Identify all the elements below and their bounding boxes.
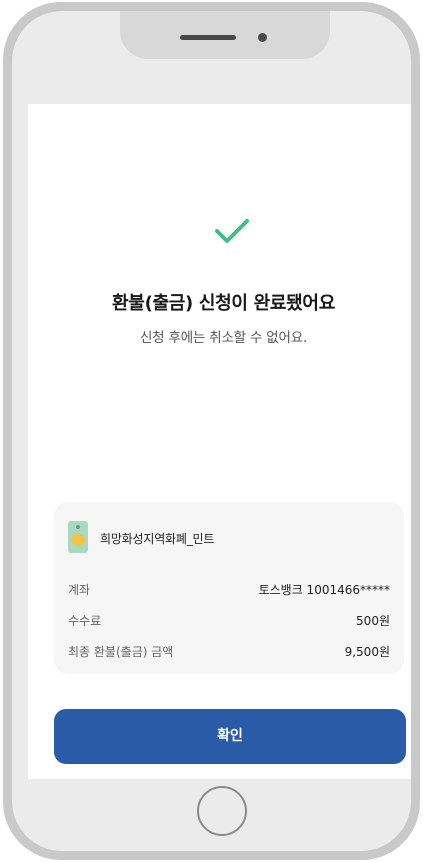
fee-value: 500원 <box>356 614 390 628</box>
card-name: 희망화성지역화폐_민트 <box>100 532 215 546</box>
phone-notch <box>120 11 330 59</box>
final-amount-row: 최종 환불(출금) 금액 9,500원 <box>68 643 390 661</box>
check-icon <box>215 219 249 243</box>
final-amount-label: 최종 환불(출금) 금액 <box>68 645 174 659</box>
phone-frame: 환불(출금) 신청이 완료됐어요 신청 후에는 취소할 수 없어요. 희망화성지… <box>3 2 420 860</box>
refund-summary-card: 희망화성지역화폐_민트 계좌 토스뱅크 1001466***** 수수료 500… <box>54 502 404 674</box>
completion-subtitle: 신청 후에는 취소할 수 없어요. <box>139 330 308 346</box>
confirm-button[interactable]: 확인 <box>54 709 406 764</box>
final-amount-value: 9,500원 <box>344 645 390 659</box>
fee-label: 수수료 <box>68 614 102 628</box>
account-label: 계좌 <box>68 583 91 597</box>
speaker-icon <box>180 35 236 40</box>
card-thumbnail-icon <box>68 521 88 553</box>
phone-body: 환불(출금) 신청이 완료됐어요 신청 후에는 취소할 수 없어요. 희망화성지… <box>12 11 411 851</box>
camera-icon <box>258 33 267 42</box>
account-value: 토스뱅크 1001466***** <box>258 583 390 597</box>
fee-row: 수수료 500원 <box>68 612 390 630</box>
app-screen: 환불(출금) 신청이 완료됐어요 신청 후에는 취소할 수 없어요. 희망화성지… <box>28 104 411 779</box>
home-button[interactable] <box>197 786 247 836</box>
account-row: 계좌 토스뱅크 1001466***** <box>68 581 390 599</box>
completion-title: 환불(출금) 신청이 완료됐어요 <box>112 293 335 314</box>
